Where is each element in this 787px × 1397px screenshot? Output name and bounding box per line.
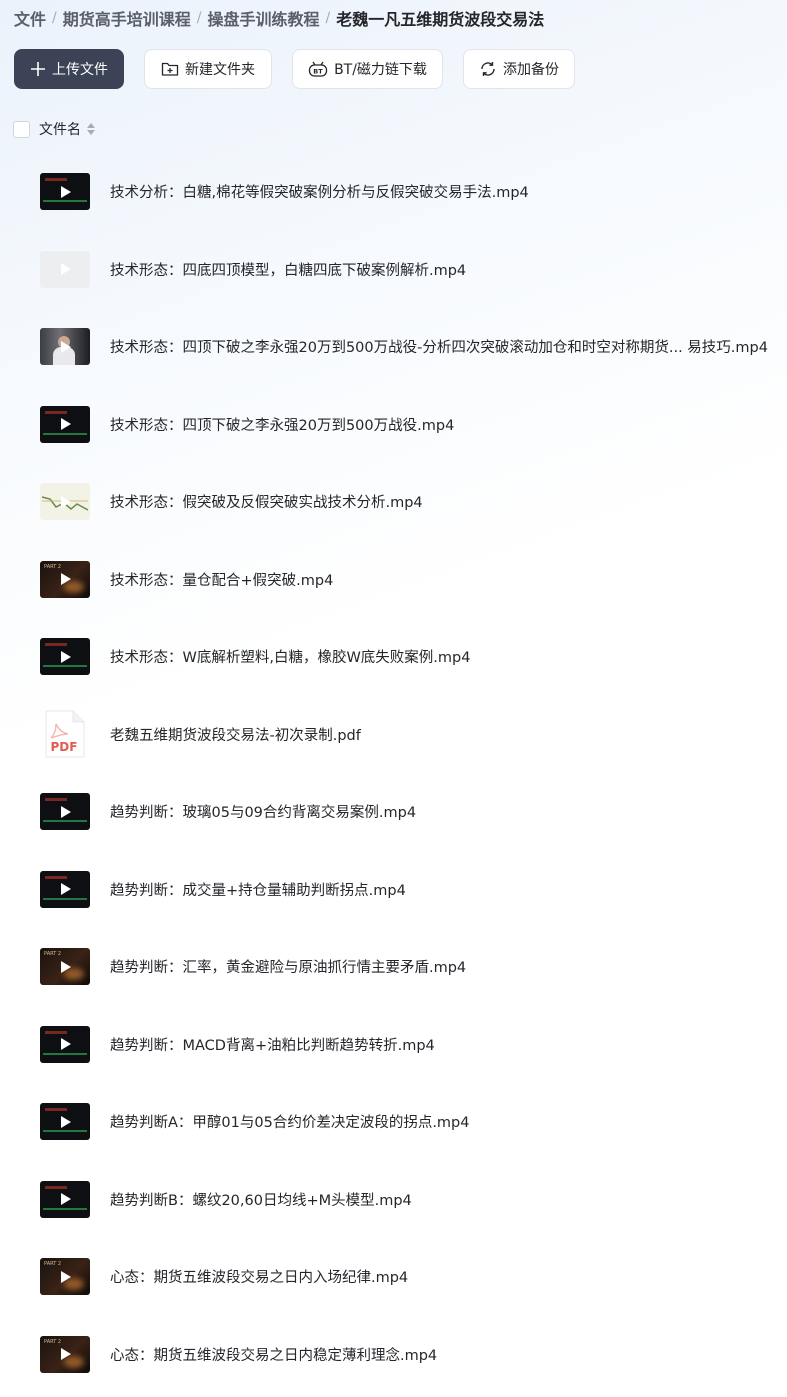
add-backup-button[interactable]: 添加备份 (463, 49, 575, 89)
bt-magnet-download-button[interactable]: BT BT/磁力链下载 (292, 49, 443, 89)
breadcrumb-item-current: 老魏一凡五维期货波段交易法 (336, 10, 545, 29)
video-thumbnail (40, 405, 90, 443)
file-name[interactable]: 技术形态：四底四顶模型，白糖四底下破案例解析.mp4 (110, 259, 466, 280)
breadcrumb-separator: / (325, 10, 331, 26)
file-row[interactable]: 技术形态：四底四顶模型，白糖四底下破案例解析.mp4 (0, 231, 787, 309)
file-row[interactable]: 趋势判断：成交量+持仓量辅助判断拐点.mp4 (0, 851, 787, 929)
file-row[interactable]: 技术形态：W底解析塑料,白糖，橡胶W底失败案例.mp4 (0, 618, 787, 696)
play-icon (61, 185, 71, 198)
thumb-part-text: PART 2 (44, 1261, 62, 1268)
video-thumbnail: PART 2 (40, 948, 90, 986)
file-name[interactable]: 趋势判断：汇率，黄金避险与原油抓行情主要矛盾.mp4 (110, 956, 466, 977)
upload-button[interactable]: 上传文件 (14, 49, 124, 89)
file-name[interactable]: 心态：期货五维波段交易之日内稳定薄利理念.mp4 (110, 1344, 437, 1365)
file-name[interactable]: 技术形态：W底解析塑料,白糖，橡胶W底失败案例.mp4 (110, 646, 470, 667)
pdf-icon-text: PDF (51, 740, 78, 754)
thumb-part-text: PART 2 (44, 1338, 62, 1345)
breadcrumb-item-trader-tutorial[interactable]: 操盘手训练教程 (207, 6, 319, 30)
play-icon (61, 1038, 71, 1051)
video-thumbnail (40, 638, 90, 676)
thumb-part-text: PART 2 (44, 951, 62, 958)
upload-button-label: 上传文件 (52, 62, 108, 78)
file-list: 技术分析：白糖,棉花等假突破案例分析与反假突破交易手法.mp4 技术形态：四底四顶… (0, 153, 787, 1393)
play-icon (61, 495, 71, 508)
file-row[interactable]: 趋势判断：玻璃05与09合约背离交易案例.mp4 (0, 773, 787, 851)
svg-text:BT: BT (313, 68, 323, 76)
play-icon (61, 573, 71, 586)
folder-add-icon (161, 61, 179, 77)
add-backup-label: 添加备份 (503, 62, 559, 78)
play-icon (61, 650, 71, 663)
play-icon (61, 805, 71, 818)
video-thumbnail (40, 870, 90, 908)
column-header-name[interactable]: 文件名 (39, 119, 81, 139)
thumb-part-text: PART 2 (44, 563, 62, 570)
plus-icon (30, 61, 46, 77)
file-name[interactable]: 趋势判断B：螺纹20,60日均线+M头模型.mp4 (110, 1189, 412, 1210)
file-row[interactable]: 趋势判断B：螺纹20,60日均线+M头模型.mp4 (0, 1161, 787, 1239)
file-row[interactable]: 技术形态：四顶下破之李永强20万到500万战役-分析四次突破滚动加仓和时空对称期… (0, 308, 787, 386)
file-name[interactable]: 心态：期货五维波段交易之日内入场纪律.mp4 (110, 1266, 408, 1287)
file-row[interactable]: 技术分析：白糖,棉花等假突破案例分析与反假突破交易手法.mp4 (0, 153, 787, 231)
video-thumbnail: PART 2 (40, 1335, 90, 1373)
file-name[interactable]: 老魏五维期货波段交易法-初次录制.pdf (110, 724, 361, 745)
video-thumbnail: PART 2 (40, 1258, 90, 1296)
video-thumbnail (40, 1180, 90, 1218)
video-thumbnail (40, 1103, 90, 1141)
bt-icon: BT (308, 60, 328, 78)
file-name[interactable]: 趋势判断：玻璃05与09合约背离交易案例.mp4 (110, 801, 416, 822)
list-header: 文件名 (13, 119, 95, 139)
play-icon (61, 418, 71, 431)
toolbar: 上传文件 新建文件夹 BT BT/磁力链下载 添加备份 (14, 49, 595, 89)
file-row[interactable]: PDF 老魏五维期货波段交易法-初次录制.pdf (0, 696, 787, 774)
breadcrumb-separator: / (196, 10, 202, 26)
file-name[interactable]: 技术形态：四顶下破之李永强20万到500万战役-分析四次突破滚动加仓和时空对称期… (110, 336, 768, 357)
play-icon (61, 1348, 71, 1361)
breadcrumb-item-futures-course[interactable]: 期货高手培训课程 (63, 6, 191, 30)
file-name[interactable]: 趋势判断：成交量+持仓量辅助判断拐点.mp4 (110, 879, 406, 900)
play-icon (61, 960, 71, 973)
play-icon (61, 1115, 71, 1128)
file-name[interactable]: 趋势判断A：甲醇01与05合约价差决定波段的拐点.mp4 (110, 1111, 469, 1132)
file-row[interactable]: PART 2 心态：期货五维波段交易之日内入场纪律.mp4 (0, 1238, 787, 1316)
sync-icon (479, 60, 497, 78)
file-row[interactable]: PART 2 趋势判断：汇率，黄金避险与原油抓行情主要矛盾.mp4 (0, 928, 787, 1006)
select-all-checkbox[interactable] (13, 120, 30, 138)
video-thumbnail (40, 173, 90, 211)
file-name[interactable]: 技术形态：四顶下破之李永强20万到500万战役.mp4 (110, 414, 454, 435)
breadcrumb-item-files[interactable]: 文件 (14, 6, 46, 30)
file-row[interactable]: 技术形态：四顶下破之李永强20万到500万战役.mp4 (0, 386, 787, 464)
file-row[interactable]: PART 2 心态：期货五维波段交易之日内稳定薄利理念.mp4 (0, 1316, 787, 1394)
video-thumbnail (40, 328, 90, 366)
file-row[interactable]: 趋势判断A：甲醇01与05合约价差决定波段的拐点.mp4 (0, 1083, 787, 1161)
play-icon (61, 1270, 71, 1283)
video-thumbnail (40, 793, 90, 831)
file-name[interactable]: 技术分析：白糖,棉花等假突破案例分析与反假突破交易手法.mp4 (110, 181, 529, 202)
play-icon (61, 263, 71, 276)
breadcrumb: 文件 / 期货高手培训课程 / 操盘手训练教程 / 老魏一凡五维期货波段交易法 (14, 6, 544, 30)
pdf-file-icon: PDF (44, 710, 85, 758)
sort-icon[interactable] (87, 123, 95, 135)
play-icon (61, 1193, 71, 1206)
video-thumbnail (40, 483, 90, 521)
play-icon (61, 340, 71, 353)
play-icon (61, 883, 71, 896)
file-name[interactable]: 趋势判断：MACD背离+油粕比判断趋势转折.mp4 (110, 1034, 435, 1055)
file-name[interactable]: 技术形态：假突破及反假突破实战技术分析.mp4 (110, 491, 423, 512)
new-folder-button[interactable]: 新建文件夹 (144, 49, 272, 89)
breadcrumb-separator: / (52, 10, 57, 26)
file-row[interactable]: 技术形态：假突破及反假突破实战技术分析.mp4 (0, 463, 787, 541)
video-thumbnail (40, 1025, 90, 1063)
video-thumbnail (40, 250, 90, 288)
new-folder-button-label: 新建文件夹 (185, 62, 255, 78)
bt-magnet-download-label: BT/磁力链下载 (334, 62, 427, 78)
video-thumbnail: PART 2 (40, 560, 90, 598)
file-row[interactable]: 趋势判断：MACD背离+油粕比判断趋势转折.mp4 (0, 1006, 787, 1084)
file-name[interactable]: 技术形态：量仓配合+假突破.mp4 (110, 569, 333, 590)
file-row[interactable]: PART 2 技术形态：量仓配合+假突破.mp4 (0, 541, 787, 619)
